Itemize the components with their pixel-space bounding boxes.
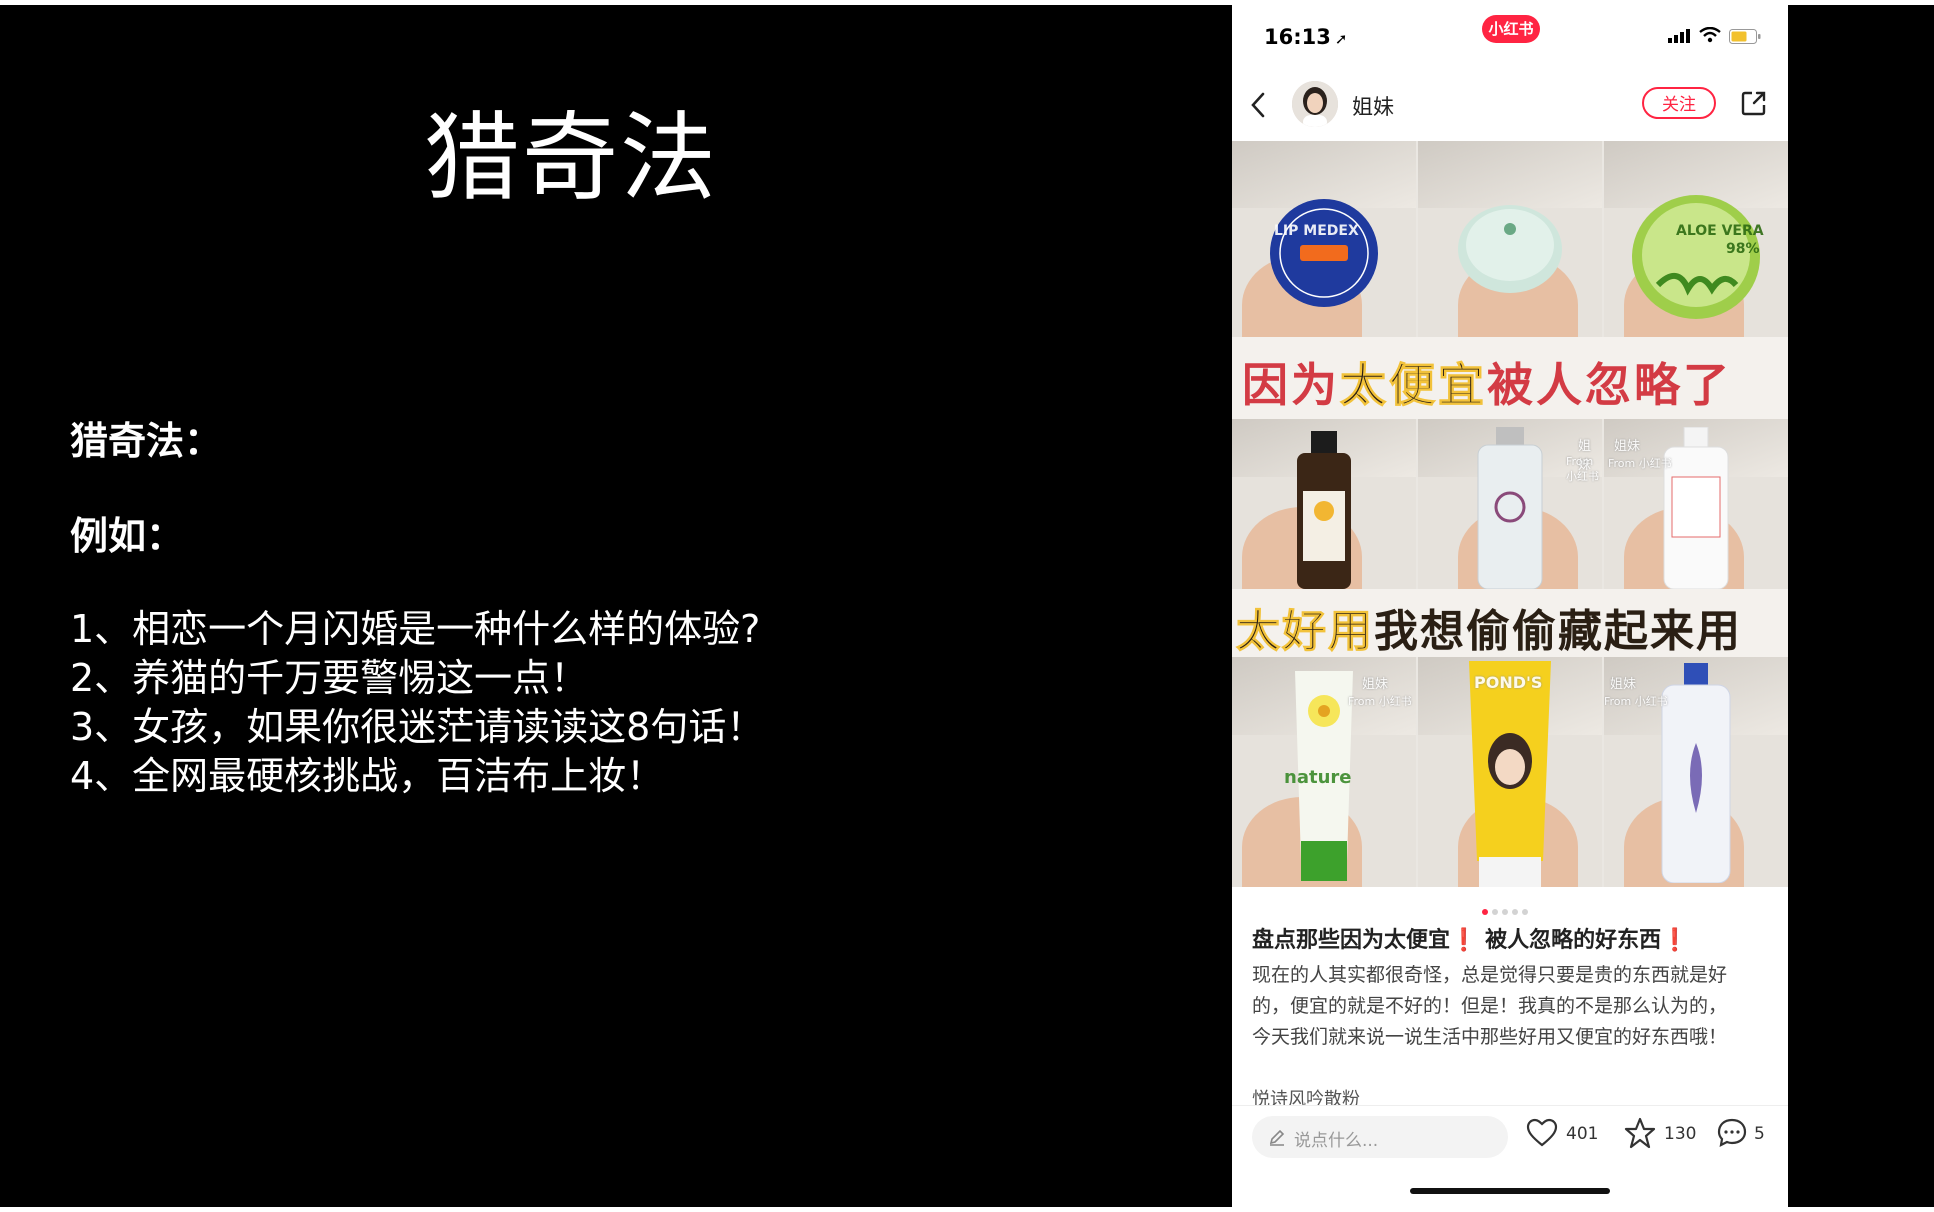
back-icon[interactable] (1250, 91, 1266, 119)
carousel-dots (1482, 900, 1532, 919)
example-item: 3、女孩，如果你很迷茫请读读这8句话！ (70, 705, 765, 749)
status-time: 16:13 ➚ (1264, 25, 1347, 49)
post-navbar: 姐妹 关注 (1232, 69, 1788, 141)
signal-icon (1668, 29, 1690, 43)
product-photo-hatomugi-bottle: 姐妹 From 小红书 (1604, 657, 1788, 887)
carousel-dot[interactable] (1482, 909, 1488, 915)
avatar-image (1292, 81, 1338, 127)
slide-heading-example: 例如： (70, 514, 185, 558)
cream-jar-icon (1458, 205, 1562, 293)
brown-bottle-icon (1297, 431, 1351, 589)
slide-heading-method: 猎奇法： (70, 419, 223, 463)
chat-bubble-icon (1717, 1118, 1747, 1147)
product-photo-ponds-tube: POND'S (1418, 657, 1602, 887)
image-banner-cheap: 因为太便宜被人忽略了 (1232, 337, 1788, 419)
watermark-name: 姐妹 (1362, 677, 1389, 692)
product-photo-cream-jar (1418, 141, 1602, 337)
image-banner-useful: 太好用我想偷偷藏起来用 (1232, 589, 1788, 657)
like-button[interactable]: 401 (1526, 1118, 1606, 1154)
yellow-tube-icon (1469, 661, 1551, 887)
post-image-carousel[interactable]: LIP MEDEX ALOE VERA 98% 因为太便宜被人忽略了 姐妹 Fr… (1232, 141, 1788, 887)
comment-input[interactable]: 说点什么... (1252, 1116, 1508, 1158)
post-title-part2: 被人忽略的好东西 (1485, 928, 1662, 953)
phone-screen: 16:13 ➚ 小红书 姐妹 关注 LIP MEDEX ALOE VERA 98… (1232, 5, 1788, 1207)
share-icon[interactable] (1740, 89, 1768, 117)
lip-balm-tin-icon (1270, 199, 1378, 307)
comment-count: 5 (1754, 1124, 1765, 1144)
battery-icon (1729, 29, 1761, 44)
product-photo-green-tube: nature 姐妹 From 小红书 (1232, 657, 1416, 887)
post-title-part1: 盘点那些因为太便宜 (1252, 928, 1451, 953)
post-title: 盘点那些因为太便宜❗ 被人忽略的好东西❗ (1252, 922, 1689, 954)
banner1-text-post: 被人忽略了 (1487, 358, 1732, 412)
carousel-dot[interactable] (1512, 909, 1518, 915)
product-photo-lip-balm: LIP MEDEX (1232, 141, 1416, 337)
watermark-from: From 小红书 (1608, 457, 1672, 470)
banner2-text-highlight: 太好用 (1236, 606, 1374, 658)
watermark-name: 姐妹 (1614, 439, 1641, 454)
banner2-text-post: 我想偷偷藏起来用 (1374, 606, 1742, 657)
product-photo-oil-bottle (1232, 419, 1416, 589)
product-label-nature: nature (1284, 767, 1352, 788)
exclamation-icon: ❗ (1661, 928, 1689, 953)
product-label-ponds: POND'S (1474, 673, 1543, 692)
follow-button[interactable]: 关注 (1642, 87, 1716, 119)
example-item: 4、全网最硬核挑战，百洁布上妆！ (70, 754, 665, 798)
slide-title: 猎奇法 (424, 102, 718, 214)
heart-icon (1526, 1118, 1558, 1147)
clear-bottle-icon (1477, 427, 1543, 589)
example-item: 1、相恋一个月闪婚是一种什么样的体验? (70, 607, 761, 651)
product-photo-aloe-gel: ALOE VERA 98% (1604, 141, 1788, 337)
comment-placeholder: 说点什么... (1294, 1131, 1379, 1151)
product-photo-toner-bottle: 姐妹 From 小红书 (1418, 419, 1602, 589)
carousel-dot[interactable] (1492, 909, 1498, 915)
watermark-from: From 小红书 (1604, 695, 1668, 708)
star-icon (1624, 1117, 1656, 1149)
status-time-text: 16:13 (1264, 25, 1331, 49)
post-body-line: 现在的人其实都很奇怪，总是觉得只要是贵的东西就是好 (1252, 964, 1728, 986)
product-label-aloe: ALOE VERA (1676, 223, 1764, 239)
banner1-text-highlight: 太便宜 (1340, 358, 1487, 413)
pencil-icon (1269, 1129, 1285, 1146)
status-bar: 16:13 ➚ 小红书 (1232, 5, 1788, 69)
example-item: 2、养猫的千万要警惕这一点！ (70, 656, 589, 700)
exclamation-icon: ❗ (1450, 928, 1478, 953)
app-badge: 小红书 (1482, 15, 1540, 43)
author-name[interactable]: 姐妹 (1352, 91, 1394, 121)
post-body-line: 今天我们就来说一说生活中那些好用又便宜的好东西哦！ (1252, 1026, 1728, 1048)
collect-count: 130 (1664, 1124, 1697, 1144)
post-body-line: 的，便宜的就是不好的！但是！我真的不是那么认为的， (1252, 995, 1728, 1017)
watermark-name: 姐妹 (1610, 677, 1637, 692)
banner1-text-pre: 因为 (1242, 358, 1340, 412)
like-count: 401 (1566, 1124, 1599, 1144)
product-photo-lotion-bottle: 姐妹 From 小红书 (1604, 419, 1788, 589)
wifi-icon (1699, 27, 1721, 43)
watermark-from: From 小红书 (1348, 695, 1412, 708)
watermark-from: From 小红书 (1566, 455, 1599, 483)
example-list: 1、相恋一个月闪婚是一种什么样的体验? 2、养猫的千万要警惕这一点！ 3、女孩，… (70, 605, 764, 801)
interaction-bar: 说点什么... 401 130 5 (1232, 1105, 1788, 1170)
carousel-dot[interactable] (1522, 909, 1528, 915)
location-arrow-icon: ➚ (1334, 30, 1348, 48)
post-body: 现在的人其实都很奇怪，总是觉得只要是贵的东西就是好 的，便宜的就是不好的！但是！… (1252, 960, 1772, 1053)
product-label-aloe-percent: 98% (1726, 241, 1760, 257)
product-label-lipmedex: LIP MEDEX (1274, 223, 1359, 239)
collect-button[interactable]: 130 (1624, 1117, 1704, 1154)
comment-button[interactable]: 5 (1716, 1118, 1776, 1154)
home-indicator[interactable] (1410, 1188, 1610, 1194)
carousel-dot[interactable] (1502, 909, 1508, 915)
white-bottle-icon (1663, 427, 1729, 589)
author-avatar[interactable] (1292, 81, 1338, 127)
